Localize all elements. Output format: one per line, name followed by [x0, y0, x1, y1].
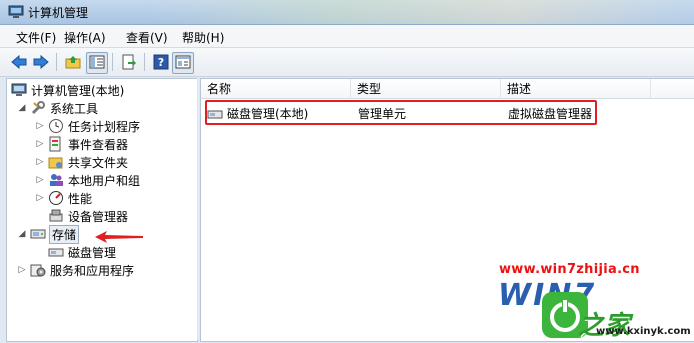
computer-management-icon — [8, 4, 24, 23]
expand-icon[interactable]: ▷ — [35, 139, 45, 149]
collapse-icon[interactable]: ◢ — [17, 103, 27, 113]
export-button[interactable] — [118, 52, 140, 74]
toolbar-separator — [112, 53, 113, 71]
watermark-url: www.win7zhijia.cn — [499, 262, 640, 277]
expand-icon[interactable]: ▷ — [35, 193, 45, 203]
tree-item-label: 磁盘管理 — [68, 245, 117, 260]
watermark-url2: www.kxinyk.com — [596, 326, 691, 337]
annotation-arrow — [95, 231, 143, 246]
up-button[interactable] — [62, 52, 84, 74]
tree-item-label: 系统工具 — [50, 101, 99, 116]
column-header-type[interactable]: 类型 — [351, 79, 501, 99]
back-icon — [11, 54, 27, 72]
expand-icon[interactable]: ▷ — [35, 121, 45, 131]
tree-item-system-tools[interactable]: ◢ 系统工具 — [17, 99, 98, 117]
tree-item-label: 共享文件夹 — [68, 155, 129, 170]
event-viewer-icon — [48, 136, 64, 152]
tree-item-label: 服务和应用程序 — [50, 263, 135, 278]
tree-item-label: 存储 — [48, 224, 80, 244]
properties-button[interactable] — [172, 52, 194, 74]
console-tree: 计算机管理(本地) ◢ 系统工具 ▷ 任务计划程序 ▷ 事件查看器 ▷ 共享文件… — [6, 78, 198, 342]
tree-item-label: 任务计划程序 — [68, 119, 141, 134]
shared-folder-icon — [48, 154, 64, 170]
menu-file[interactable]: 文件(F) — [14, 29, 58, 46]
tree-item-label: 性能 — [68, 191, 93, 206]
forward-button[interactable] — [30, 52, 52, 74]
export-icon — [121, 54, 137, 73]
menu-bar: 文件(F) 操作(A) 查看(V) 帮助(H) — [0, 25, 694, 48]
tree-item-performance[interactable]: ▷ 性能 — [35, 189, 92, 207]
column-header-filler — [651, 79, 694, 99]
svg-text:?: ? — [158, 56, 164, 69]
title-bar: 计算机管理 — [0, 0, 694, 25]
menu-action[interactable]: 操作(A) — [62, 29, 108, 46]
tools-icon — [30, 100, 46, 116]
tree-item-task-scheduler[interactable]: ▷ 任务计划程序 — [35, 117, 140, 135]
services-icon — [30, 262, 46, 278]
tree-item-root[interactable]: 计算机管理(本地) — [11, 81, 124, 99]
result-pane: 名称 类型 描述 磁盘管理(本地) 管理单元 虚拟磁盘管理器 www.win7z… — [200, 78, 694, 342]
background-blur — [150, 0, 694, 24]
disk-management-icon — [48, 244, 64, 260]
window-title: 计算机管理 — [28, 6, 89, 20]
storage-icon — [30, 226, 46, 242]
device-manager-icon — [48, 208, 64, 224]
up-folder-icon — [65, 54, 81, 73]
toolbar-separator — [56, 53, 57, 71]
computer-management-icon — [11, 82, 27, 98]
column-header-name[interactable]: 名称 — [201, 79, 351, 99]
show-tree-icon — [89, 55, 105, 72]
tree-item-label: 本地用户和组 — [68, 173, 141, 188]
performance-icon — [48, 190, 64, 206]
toolbar: ? — [0, 48, 694, 77]
show-hide-tree-button[interactable] — [86, 52, 108, 74]
expand-icon[interactable]: ▷ — [35, 157, 45, 167]
tree-item-storage[interactable]: ◢ 存储 — [17, 224, 80, 244]
users-icon — [48, 172, 64, 188]
back-button[interactable] — [8, 52, 30, 74]
collapse-icon[interactable]: ◢ — [17, 229, 27, 239]
column-header-description[interactable]: 描述 — [501, 79, 651, 99]
annotation-highlight-box — [205, 100, 597, 125]
tree-item-device-manager[interactable]: 设备管理器 — [48, 207, 128, 225]
toolbar-separator — [144, 53, 145, 71]
tree-item-shared-folders[interactable]: ▷ 共享文件夹 — [35, 153, 128, 171]
tree-item-label: 计算机管理(本地) — [31, 83, 125, 98]
expand-icon[interactable]: ▷ — [35, 175, 45, 185]
tree-item-label: 事件查看器 — [68, 137, 129, 152]
tree-item-local-users[interactable]: ▷ 本地用户和组 — [35, 171, 140, 189]
clock-icon — [48, 118, 64, 134]
expand-icon[interactable]: ▷ — [17, 265, 27, 275]
tree-item-services[interactable]: ▷ 服务和应用程序 — [17, 261, 134, 279]
help-button[interactable]: ? — [150, 52, 172, 74]
menu-help[interactable]: 帮助(H) — [180, 29, 226, 46]
tree-item-event-viewer[interactable]: ▷ 事件查看器 — [35, 135, 128, 153]
help-icon: ? — [153, 54, 169, 73]
properties-icon — [175, 55, 191, 72]
tree-item-label: 设备管理器 — [68, 209, 129, 224]
forward-icon — [33, 54, 49, 72]
menu-view[interactable]: 查看(V) — [124, 29, 170, 46]
